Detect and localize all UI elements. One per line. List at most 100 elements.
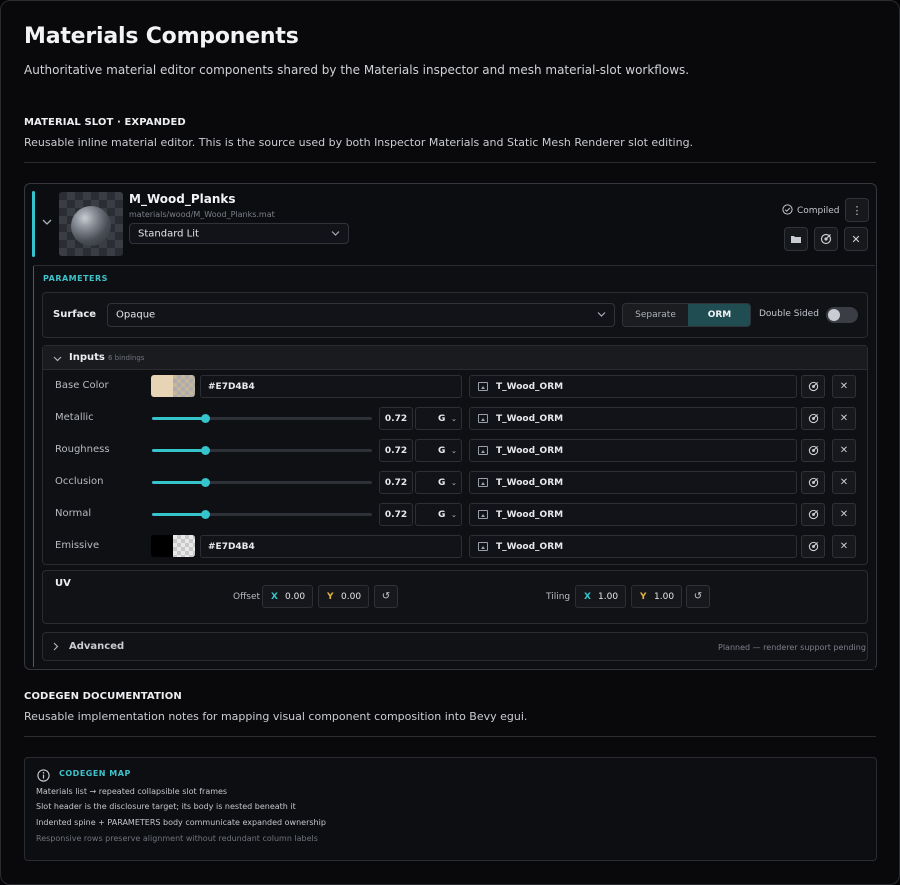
- value-field[interactable]: 0.72: [379, 471, 413, 494]
- clear-texture-button[interactable]: ✕: [832, 471, 856, 494]
- image-icon: [478, 446, 488, 455]
- inputs-count: 6 bindings: [108, 354, 145, 362]
- channel-select[interactable]: G ⌄: [415, 439, 462, 462]
- color-hex-value: #E7D4B4: [208, 381, 255, 392]
- input-row-label: Base Color: [55, 380, 109, 391]
- y-axis-label: Y: [640, 591, 647, 602]
- double-sided-toggle[interactable]: [826, 307, 858, 323]
- locate-asset-button[interactable]: [814, 227, 838, 251]
- parameters-label: PARAMETERS: [43, 274, 108, 283]
- slider-knob[interactable]: [200, 510, 210, 519]
- texture-slot[interactable]: T_Wood_ORM: [469, 439, 797, 462]
- channel-value: G: [438, 413, 446, 424]
- compile-status: Compiled: [782, 204, 840, 218]
- value-slider[interactable]: [152, 510, 372, 519]
- slider-knob[interactable]: [200, 478, 210, 487]
- browse-folder-button[interactable]: [784, 227, 808, 251]
- separate-option[interactable]: Separate: [623, 304, 688, 326]
- tiling-y-field[interactable]: Y 1.00: [631, 585, 682, 608]
- advanced-note: Planned — renderer support pending: [718, 643, 866, 652]
- uv-panel: [42, 570, 868, 624]
- remove-slot-button[interactable]: ✕: [844, 227, 868, 251]
- slider-knob[interactable]: [200, 414, 210, 423]
- image-icon: [478, 542, 488, 551]
- clear-texture-button[interactable]: ✕: [832, 375, 856, 398]
- color-swatch[interactable]: [151, 535, 195, 557]
- offset-x-field[interactable]: X 0.00: [262, 585, 313, 608]
- uv-title: UV: [55, 578, 71, 589]
- collapse-chevron-icon[interactable]: [42, 218, 52, 229]
- more-vertical-icon: ⋮: [851, 203, 863, 217]
- color-hex-field[interactable]: #E7D4B4: [200, 375, 462, 398]
- locate-texture-button[interactable]: [801, 503, 825, 526]
- color-hex-field[interactable]: #E7D4B4: [200, 535, 462, 558]
- surface-mode-select[interactable]: Opaque: [107, 303, 615, 327]
- swatch-alpha: [173, 375, 195, 397]
- target-icon: [808, 509, 818, 520]
- texture-slot[interactable]: T_Wood_ORM: [469, 375, 797, 398]
- value-slider[interactable]: [152, 414, 372, 423]
- reset-offset-button[interactable]: ↺: [374, 585, 398, 608]
- tiling-x-field[interactable]: X 1.00: [575, 585, 626, 608]
- info-icon: [37, 767, 50, 786]
- clear-texture-button[interactable]: ✕: [832, 407, 856, 430]
- input-row-label: Metallic: [55, 412, 94, 423]
- locate-texture-button[interactable]: [801, 375, 825, 398]
- channel-value: G: [438, 509, 446, 520]
- clear-texture-button[interactable]: ✕: [832, 503, 856, 526]
- value-field[interactable]: 0.72: [379, 439, 413, 462]
- swatch-alpha: [173, 535, 195, 557]
- target-icon: [820, 233, 832, 245]
- reset-tiling-button[interactable]: ↺: [686, 585, 710, 608]
- channel-select[interactable]: G ⌄: [415, 407, 462, 430]
- inputs-title: Inputs: [69, 352, 105, 363]
- surface-label: Surface: [53, 309, 97, 320]
- channel-select[interactable]: G ⌄: [415, 471, 462, 494]
- locate-texture-button[interactable]: [801, 407, 825, 430]
- value-slider[interactable]: [152, 478, 372, 487]
- texture-slot[interactable]: T_Wood_ORM: [469, 471, 797, 494]
- chevron-down-icon: ⌄: [451, 414, 457, 423]
- channel-value: G: [438, 445, 446, 456]
- channel-select[interactable]: G ⌄: [415, 503, 462, 526]
- chevron-right-icon[interactable]: [53, 642, 59, 654]
- texture-slot[interactable]: T_Wood_ORM: [469, 535, 797, 558]
- offset-x-value: 0.00: [285, 591, 306, 602]
- chevron-down-icon: [331, 229, 340, 238]
- x-axis-label: X: [584, 591, 591, 602]
- image-icon: [478, 478, 488, 487]
- chevron-down-icon: [597, 311, 606, 320]
- color-hex-value: #E7D4B4: [208, 541, 255, 552]
- locate-texture-button[interactable]: [801, 535, 825, 558]
- close-icon: ✕: [839, 509, 849, 520]
- codegen-map-line: Slot header is the disclosure target; it…: [36, 802, 296, 811]
- surface-mode-value: Opaque: [116, 309, 156, 321]
- clear-texture-button[interactable]: ✕: [832, 535, 856, 558]
- value-field[interactable]: 0.72: [379, 407, 413, 430]
- locate-texture-button[interactable]: [801, 439, 825, 462]
- value-slider[interactable]: [152, 446, 372, 455]
- offset-y-field[interactable]: Y 0.00: [318, 585, 369, 608]
- texture-name: T_Wood_ORM: [496, 381, 564, 392]
- locate-texture-button[interactable]: [801, 471, 825, 494]
- texture-slot[interactable]: T_Wood_ORM: [469, 503, 797, 526]
- texture-slot[interactable]: T_Wood_ORM: [469, 407, 797, 430]
- reset-icon: ↺: [693, 591, 703, 602]
- color-swatch[interactable]: [151, 375, 195, 397]
- more-menu-button[interactable]: ⋮: [845, 198, 869, 222]
- material-path: materials/wood/M_Wood_Planks.mat: [129, 210, 275, 219]
- slider-knob[interactable]: [200, 446, 210, 455]
- inputs-header[interactable]: [43, 346, 867, 370]
- clear-texture-button[interactable]: ✕: [832, 439, 856, 462]
- swatch-color: [151, 535, 173, 557]
- y-axis-label: Y: [327, 591, 334, 602]
- orm-option[interactable]: ORM: [688, 304, 750, 326]
- input-row-label: Roughness: [55, 444, 110, 455]
- shader-select[interactable]: Standard Lit: [129, 223, 349, 244]
- close-icon: ✕: [839, 381, 849, 392]
- value-field[interactable]: 0.72: [379, 503, 413, 526]
- channel-value: G: [438, 477, 446, 488]
- codegen-map-title: CODEGEN MAP: [59, 769, 131, 778]
- inputs-chevron-icon[interactable]: [53, 354, 62, 365]
- target-icon: [808, 445, 818, 456]
